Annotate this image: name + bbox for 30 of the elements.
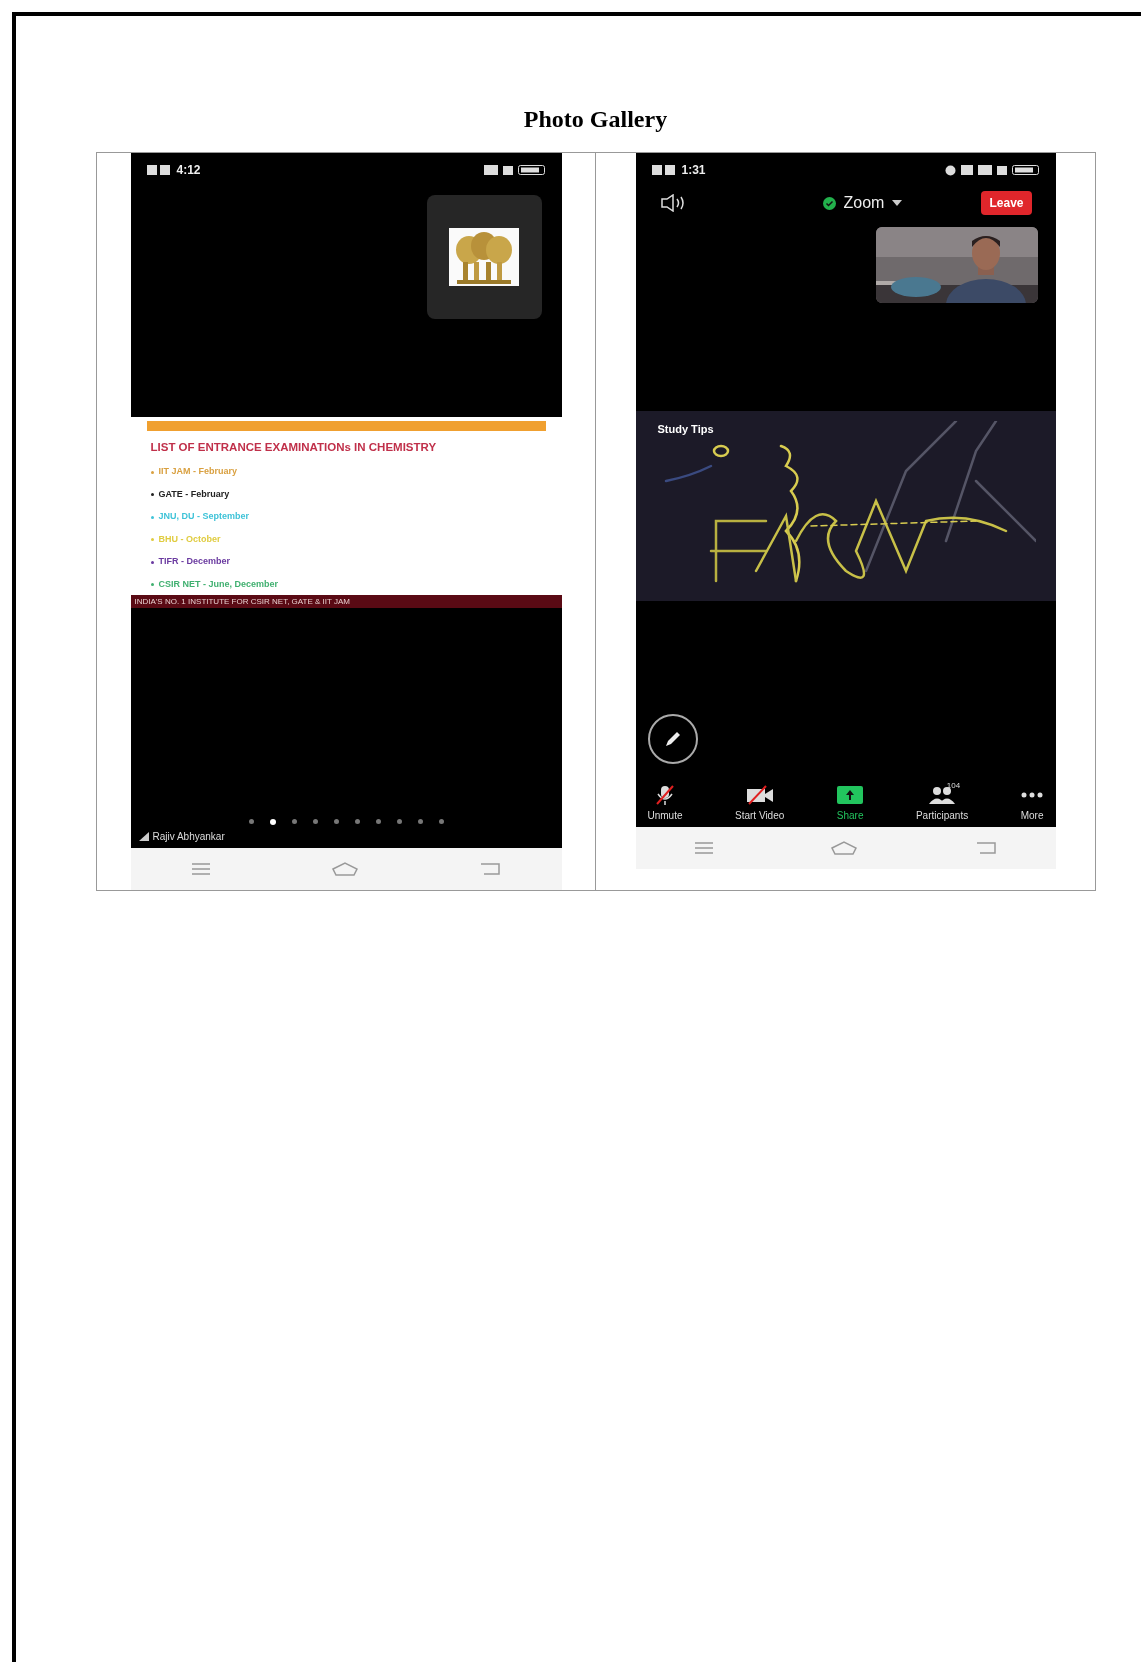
page-title: Photo Gallery	[523, 105, 668, 134]
more-icon	[1021, 792, 1044, 798]
battery-icon	[1011, 165, 1040, 175]
meeting-title-dropdown[interactable]: Zoom	[822, 191, 903, 215]
slide-bullet: TIFR - December	[158, 555, 231, 569]
home-icon[interactable]	[332, 862, 358, 876]
share-title: Study Tips	[657, 422, 714, 437]
shield-check-icon	[822, 196, 836, 210]
video-off-icon	[745, 785, 774, 805]
toolbar-button[interactable]: Unmute	[647, 784, 683, 823]
muted-microphone-icon	[654, 784, 676, 806]
slide-bullet: BHU - October	[158, 532, 221, 546]
slide-bullet: JNU, DU - September	[158, 510, 250, 524]
speaker-name: Rajiv Abhyankar	[152, 830, 225, 844]
status-time: 1:31	[681, 162, 706, 179]
status-time: 4:12	[176, 162, 201, 179]
slide-title: LIST OF ENTRANCE EXAMINATIONs IN CHEMISTRY	[150, 440, 438, 455]
slide-bullet: IIT JAM - February	[158, 465, 237, 479]
toolbar-button[interactable]: More	[1020, 784, 1044, 823]
toolbar-button[interactable]: Share	[836, 784, 864, 823]
toolbar-button[interactable]: Start Video	[735, 784, 785, 823]
share-icon	[837, 786, 864, 804]
slide-bullet: CSIR NET - June, December	[158, 577, 279, 591]
home-icon[interactable]	[831, 841, 858, 855]
leave-button[interactable]: Leave	[981, 191, 1032, 215]
caret-icon	[892, 200, 903, 206]
pen-button[interactable]	[647, 714, 698, 764]
slide-bullet: GATE - February	[158, 487, 230, 501]
slide-banner: INDIA'S NO. 1 INSTITUTE FOR CSIR NET, GATE & IIT JAM	[130, 595, 562, 609]
battery-icon	[517, 165, 546, 175]
